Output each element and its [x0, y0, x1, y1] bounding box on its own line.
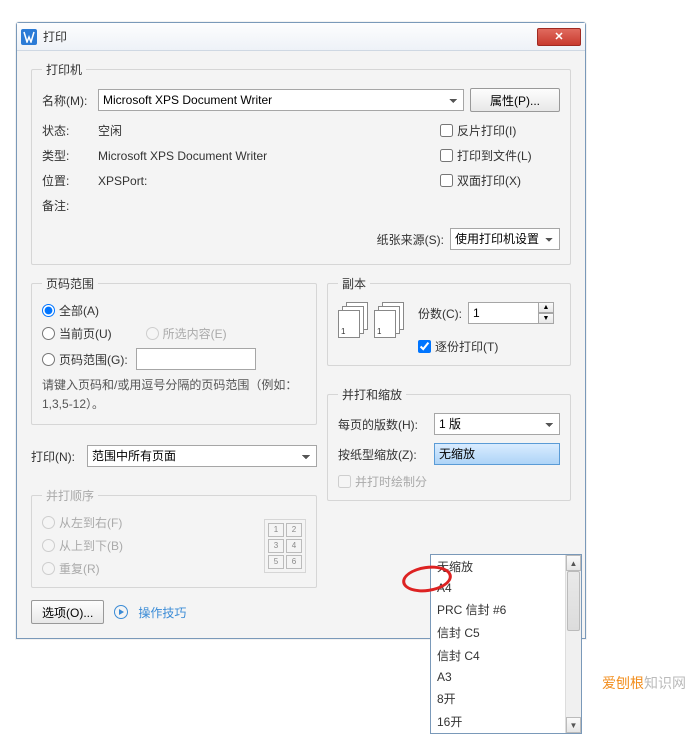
duplex-checkbox-input[interactable]: [440, 174, 453, 187]
draw-border-checkbox: 并打时绘制分: [338, 473, 560, 490]
order-repeat-radio: 重复(R): [42, 560, 123, 577]
print-what-select[interactable]: 范围中所有页面: [87, 445, 317, 467]
paper-source-label: 纸张来源(S):: [377, 231, 444, 248]
dialog-title: 打印: [43, 28, 67, 45]
dialog-content: 打印机 名称(M): Microsoft XPS Document Writer…: [17, 51, 585, 638]
zoom-option[interactable]: A4: [431, 578, 581, 598]
range-all-radio[interactable]: 全部(A): [42, 302, 306, 319]
copies-spinbox[interactable]: ▲▼: [468, 302, 554, 324]
order-diagram: 123456: [264, 519, 306, 573]
paper-source-select[interactable]: 使用打印机设置: [450, 228, 560, 250]
properties-button[interactable]: 属性(P)...: [470, 88, 560, 112]
type-value: Microsoft XPS Document Writer: [98, 149, 434, 163]
range-selection-radio: 所选内容(E): [146, 325, 227, 342]
range-pages-input[interactable]: [136, 348, 256, 370]
spin-up-button[interactable]: ▲: [538, 302, 554, 313]
zoom-option[interactable]: 无缩放: [431, 555, 581, 578]
printer-name-select[interactable]: Microsoft XPS Document Writer: [98, 89, 464, 111]
where-label: 位置:: [42, 172, 92, 189]
print-what-label: 打印(N):: [31, 448, 81, 465]
print-order-fieldset: 并打顺序 从左到右(F) 从上到下(B) 重复(R) 123456: [31, 487, 317, 588]
reverse-checkbox-input[interactable]: [440, 124, 453, 137]
copies-label: 份数(C):: [418, 305, 462, 322]
comment-label: 备注:: [42, 197, 92, 214]
merge-legend: 并打和缩放: [338, 386, 406, 403]
zoom-option[interactable]: 信封 C5: [431, 621, 581, 644]
range-legend: 页码范围: [42, 275, 98, 292]
where-value: XPSPort:: [98, 174, 434, 188]
zoom-option[interactable]: 信封 C4: [431, 644, 581, 667]
printer-fieldset: 打印机 名称(M): Microsoft XPS Document Writer…: [31, 61, 571, 265]
dropdown-scrollbar[interactable]: ▲ ▼: [565, 555, 581, 733]
spin-down-button[interactable]: ▼: [538, 313, 554, 324]
zoom-label: 按纸型缩放(Z):: [338, 446, 428, 463]
name-label: 名称(M):: [42, 92, 92, 109]
tips-link[interactable]: 操作技巧: [138, 604, 186, 621]
play-icon: [114, 605, 128, 619]
options-button[interactable]: 选项(O)...: [31, 600, 104, 624]
close-icon: ✕: [554, 30, 563, 43]
printer-legend: 打印机: [42, 61, 86, 78]
status-value: 空闲: [98, 122, 434, 139]
scroll-down-button[interactable]: ▼: [566, 717, 581, 733]
duplex-checkbox[interactable]: 双面打印(X): [440, 172, 560, 189]
tofile-checkbox-input[interactable]: [440, 149, 453, 162]
titlebar: 打印 ✕: [17, 23, 585, 51]
app-icon: [21, 29, 37, 45]
close-button[interactable]: ✕: [537, 28, 581, 46]
zoom-option[interactable]: A3: [431, 667, 581, 687]
scroll-track[interactable]: [566, 571, 581, 717]
zoom-select[interactable]: 无缩放: [434, 443, 560, 465]
print-to-file-checkbox[interactable]: 打印到文件(L): [440, 147, 560, 164]
watermark: 爱刨根知识网: [602, 673, 686, 693]
copies-legend: 副本: [338, 275, 370, 292]
collate-icon: 321 321: [338, 302, 404, 338]
zoom-option[interactable]: 8开: [431, 687, 581, 710]
zoom-option[interactable]: 16开: [431, 710, 581, 733]
status-label: 状态:: [42, 122, 92, 139]
merge-zoom-fieldset: 并打和缩放 每页的版数(H): 1 版 按纸型缩放(Z): 无缩放 并打时绘制分: [327, 386, 571, 501]
range-current-radio[interactable]: 当前页(U): [42, 325, 112, 342]
zoom-dropdown-list[interactable]: 无缩放 A4 PRC 信封 #6 信封 C5 信封 C4 A3 8开 16开 ▲…: [430, 554, 582, 734]
reverse-print-checkbox[interactable]: 反片打印(I): [440, 122, 560, 139]
range-pages-radio[interactable]: 页码范围(G):: [42, 348, 306, 370]
order-lr-radio: 从左到右(F): [42, 514, 123, 531]
order-legend: 并打顺序: [42, 487, 98, 504]
scroll-thumb[interactable]: [567, 571, 580, 631]
scroll-up-button[interactable]: ▲: [566, 555, 581, 571]
range-hint: 请键入页码和/或用逗号分隔的页码范围（例如：1,3,5-12）。: [42, 376, 306, 414]
page-range-fieldset: 页码范围 全部(A) 当前页(U) 所选内容(E) 页码范围(G): 请键入页码…: [31, 275, 317, 425]
print-dialog: 打印 ✕ 打印机 名称(M): Microsoft XPS Document W…: [16, 22, 586, 639]
copies-fieldset: 副本 321 321 份数(C): ▲▼: [327, 275, 571, 366]
copies-input[interactable]: [468, 302, 538, 324]
per-page-label: 每页的版数(H):: [338, 416, 428, 433]
order-tb-radio: 从上到下(B): [42, 537, 123, 554]
type-label: 类型:: [42, 147, 92, 164]
collate-checkbox[interactable]: 逐份打印(T): [418, 338, 554, 355]
zoom-option[interactable]: PRC 信封 #6: [431, 598, 581, 621]
per-page-select[interactable]: 1 版: [434, 413, 560, 435]
